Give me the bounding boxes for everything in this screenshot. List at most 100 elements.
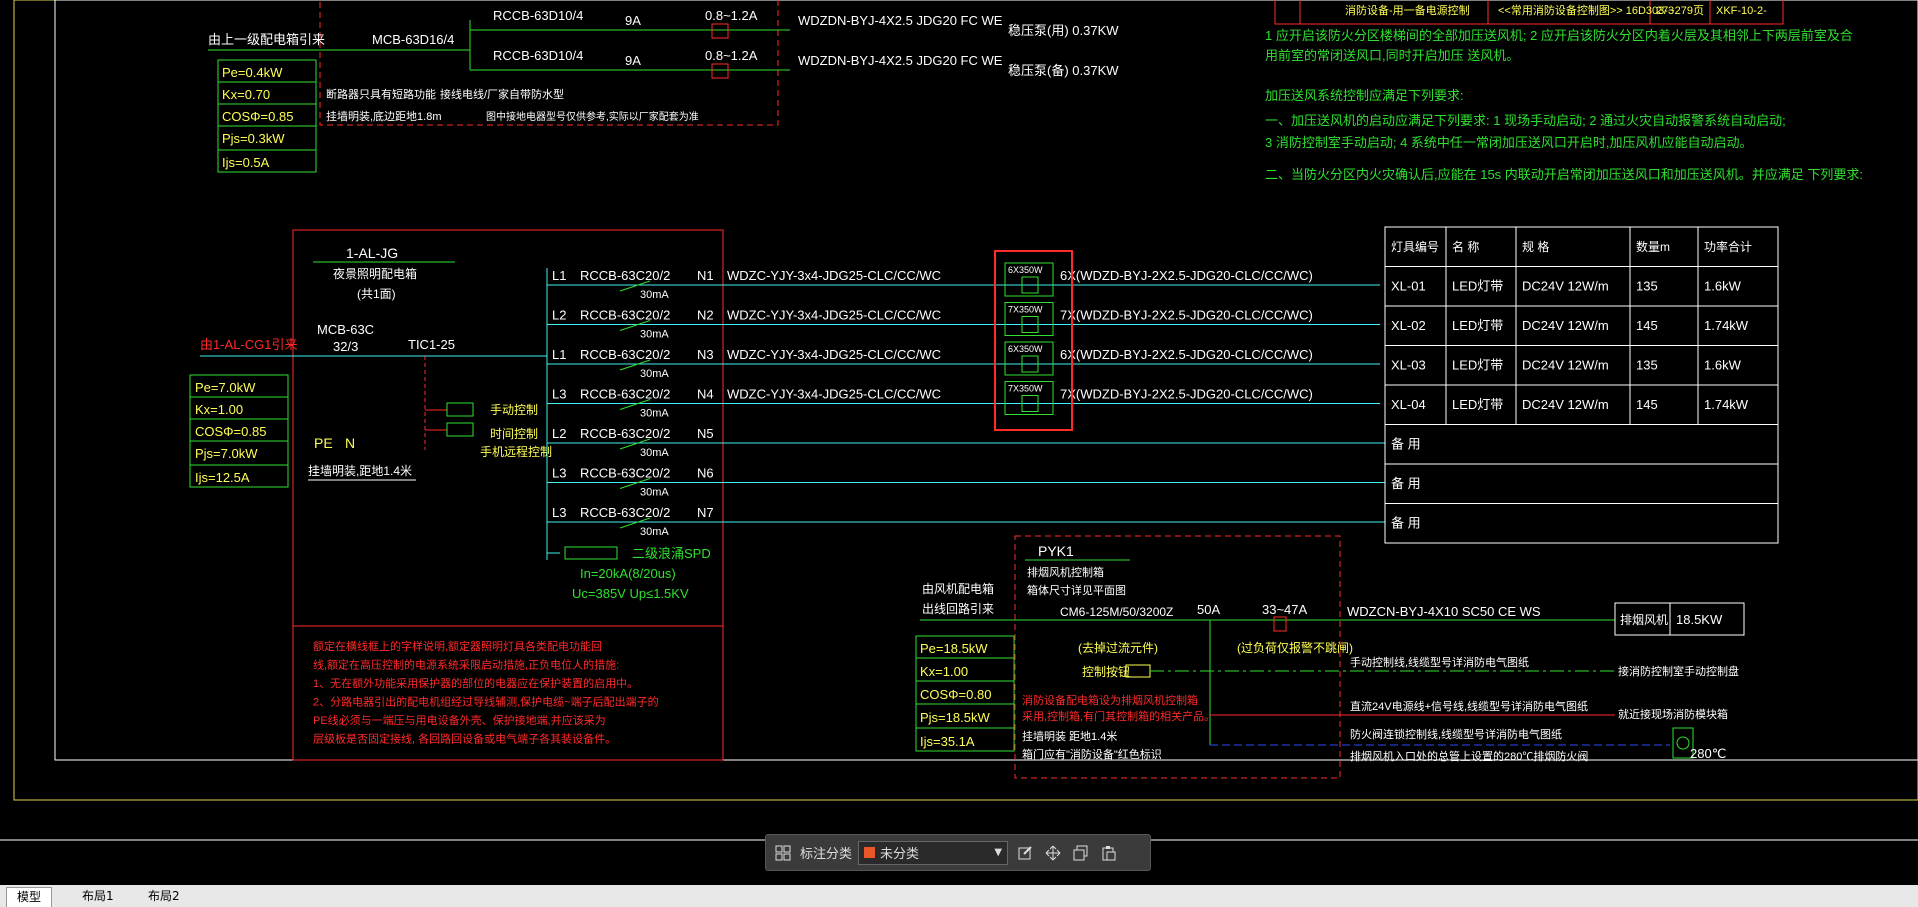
copy-icon[interactable]: [1070, 842, 1092, 864]
top-amp1: 9A: [625, 13, 641, 28]
tab-layout2[interactable]: 布局2: [138, 887, 190, 906]
svg-text:二、当防火分区内火灾确认后,应能在 15s 内联动开启常闭加: 二、当防火分区内火灾确认后,应能在 15s 内联动开启常闭加压送风口和加压送风机…: [1265, 167, 1863, 182]
top-mcb-label: MCB-63D16/4: [372, 32, 454, 47]
layout-tab-bar: 模型 布局1 布局2: [0, 885, 1918, 907]
lamp-table-cell: LED灯带: [1452, 358, 1503, 373]
top-cable1: WDZDN-BYJ-4X2.5 JDG20 FC WE: [798, 13, 1003, 28]
circuit-cable: WDZC-YJY-3x4-JDG25-CLC/CC/WC: [727, 387, 941, 402]
top-range2: 0.8~1.2A: [705, 48, 758, 63]
circuit-branch: 6X(WDZD-BYJ-2X2.5-JDG20-CLC/CC/WC): [1060, 268, 1313, 283]
lamp-table-cell: 1.74kW: [1704, 397, 1749, 412]
tab-layout1[interactable]: 布局1: [72, 887, 124, 906]
circuit-ma: 30mA: [640, 526, 669, 538]
fixture-label: 7X350W: [1008, 384, 1043, 394]
panel-name: 1-AL-JG: [346, 245, 398, 261]
circuit-ma: 30mA: [640, 289, 669, 301]
svg-text:用前室的常闭送风口,同时开启加压 送风机。: 用前室的常闭送风口,同时开启加压 送风机。: [1265, 48, 1519, 63]
top-param-ijs: Ijs=0.5A: [222, 155, 270, 170]
pyk-range: 33~47A: [1262, 602, 1308, 617]
panel-source: 由1-AL-CG1引来: [200, 337, 298, 352]
pyk-ctrl2-to: 就近接现场消防模块箱: [1618, 707, 1728, 721]
annotation-category-label: 标注分类: [800, 847, 853, 862]
paste-icon[interactable]: [1098, 842, 1120, 864]
lamp-table: 灯具编号名 称 规 格 数量m 功率合计 XL-01 LED灯带 DC24V 12W/m 13…: [1384, 226, 1779, 544]
top-relay-1: [711, 23, 729, 39]
circuit-breaker: RCCB-63C20/2: [580, 426, 670, 441]
pyk-ctrl1: 手动控制线,线缆型号详消防电气图纸: [1350, 655, 1529, 669]
pyk-desc1: 排烟风机控制箱: [1027, 565, 1104, 579]
circuit-neutral: N3: [697, 347, 714, 362]
pyk-install2: 箱门应有"消防设备"红色标识: [1022, 747, 1162, 761]
move-icon[interactable]: [1042, 842, 1064, 864]
lamp-table-cell: 145: [1636, 318, 1658, 333]
panel-param-ijs: Ijs=12.5A: [195, 470, 250, 485]
circuit-breaker: RCCB-63C20/2: [580, 308, 670, 323]
lamp-table-header: 灯具编号: [1391, 239, 1439, 254]
circuit-breaker: RCCB-63C20/2: [580, 466, 670, 481]
panel-install: 挂墙明装,距地1.4米: [308, 464, 412, 478]
ctrl-switch-2: [446, 422, 474, 437]
svg-text:一、加压送风机的启动应满足下列要求: 1 现场手动启动; 2: 一、加压送风机的启动应满足下列要求: 1 现场手动启动; 2 通过火灾自动报警系…: [1265, 113, 1786, 128]
red-note-line: 2、分路电器引出的配电机组经过导线辅测,保护电缆~端子后配出端子的: [313, 695, 659, 709]
top-cable2: WDZDN-BYJ-4X2.5 JDG20 FC WE: [798, 53, 1003, 68]
lamp-table-cell: 135: [1636, 358, 1658, 373]
top-note2: 接线电线/厂家自带防水型: [440, 87, 564, 101]
panel-n: N: [345, 435, 355, 451]
circuit-cable: WDZC-YJY-3x4-JDG25-CLC/CC/WC: [727, 347, 941, 362]
circuit-ma: 30mA: [640, 329, 669, 341]
lamp-table-cell: XL-04: [1391, 397, 1426, 412]
spd-label: 二级浪涌SPD: [632, 546, 711, 561]
lamp-table-cell: LED灯带: [1452, 318, 1503, 333]
circuit-phase: L2: [552, 308, 566, 323]
top-load2: 稳压泵(备) 0.37KW: [1008, 63, 1119, 78]
grid-icon[interactable]: [772, 842, 794, 864]
top-param-pe: Pe=0.4kW: [222, 65, 283, 80]
pyk-cable: WDZCN-BYJ-4X10 SC50 CE WS: [1347, 604, 1541, 619]
red-note-line: 层级板是否固定接线, 各回路回设备或电气端子各其装设备件。: [313, 732, 616, 746]
circuit-breaker: RCCB-63C20/2: [580, 505, 670, 520]
lamp-table-cell: 备 用: [1391, 516, 1421, 531]
pyk-install1: 挂墙明装 距地1.4米: [1022, 729, 1117, 743]
top-source-label: 由上一级配电箱引来: [208, 32, 325, 47]
pyk-ctrl3: 防火阀连锁控制线,线缆型号详消防电气图纸: [1350, 727, 1562, 741]
top-note1: 断路器只具有短路功能: [326, 87, 436, 101]
svg-text:1 应开启该防火分区楼梯间的全部加压送风机; 2 应开启该防: 1 应开启该防火分区楼梯间的全部加压送风机; 2 应开启该防火分区内着火层及其相…: [1265, 28, 1853, 43]
circuit-branch: 7X(WDZD-BYJ-2X2.5-JDG20-CLC/CC/WC): [1060, 308, 1313, 323]
panel-contactor: TIC1-25: [408, 337, 455, 352]
circuit-neutral: N7: [697, 505, 714, 520]
circuit-ma: 30mA: [640, 447, 669, 459]
circuit-neutral: N4: [697, 387, 714, 402]
top-amp2: 9A: [625, 53, 641, 68]
fixture-label: 6X350W: [1008, 265, 1043, 275]
lamp-table-cell: DC24V 12W/m: [1522, 279, 1609, 294]
circuit-breaker: RCCB-63C20/2: [580, 387, 670, 402]
top-param-cos: COSΦ=0.85: [222, 109, 293, 124]
lamp-table-cell: LED灯带: [1452, 397, 1503, 412]
pyk-red1: 消防设备配电箱设为排烟风机控制箱: [1022, 693, 1198, 707]
lamp-table-cell: LED灯带: [1452, 279, 1503, 294]
pyk-note-prot2: 控制按钮: [1082, 664, 1130, 679]
annotation-category-select[interactable]: 未分类 ▼: [858, 840, 1009, 865]
svg-text:27~279页: 27~279页: [1656, 5, 1704, 17]
panel-desc: 夜景照明配电箱: [333, 266, 417, 281]
circuit-branch: 6X(WDZD-BYJ-2X2.5-JDG20-CLC/CC/WC): [1060, 347, 1313, 362]
lamp-table-cell: 1.6kW: [1704, 358, 1742, 373]
red-note-line: 1、无在额外功能采用保护器的部位的电器应在保护装置的启用中。: [313, 676, 638, 690]
circuit-cable: WDZC-YJY-3x4-JDG25-CLC/CC/WC: [727, 308, 941, 323]
top-note4: 图中接地电器型号仅供参考,实际以厂家配套为准: [486, 110, 699, 123]
svg-text:排烟风机: 排烟风机: [1620, 613, 1668, 627]
circuit-ma: 30mA: [640, 408, 669, 420]
edit-icon[interactable]: [1014, 842, 1036, 864]
circuit-cable: WDZC-YJY-3x4-JDG25-CLC/CC/WC: [727, 268, 941, 283]
lamp-table-header: 名 称: [1452, 239, 1479, 254]
top-params-box: Pe=0.4kW Kx=0.70 COSΦ=0.85 Pjs=0.3kW Ijs…: [217, 59, 317, 173]
panel-manual: 手动控制: [490, 403, 538, 417]
cad-drawing-canvas[interactable]: 由上一级配电箱引来 MCB-63D16/4 RCCB-63D10/4 RCCB-…: [0, 0, 1918, 907]
pyk-note-over: (过负荷仅报警不跳闸): [1237, 640, 1353, 655]
panel-param-cos: COSΦ=0.85: [195, 424, 266, 439]
svg-text:消防设备-用一备电源控制: 消防设备-用一备电源控制: [1345, 3, 1470, 17]
pyk-name: PYK1: [1038, 543, 1074, 559]
pyk-param-cos: COSΦ=0.80: [920, 687, 991, 702]
red-note-line: PE线必须与一端压与用电设备外壳、保护接地端,并应该采为: [313, 713, 606, 727]
tab-model[interactable]: 模型: [6, 887, 53, 907]
